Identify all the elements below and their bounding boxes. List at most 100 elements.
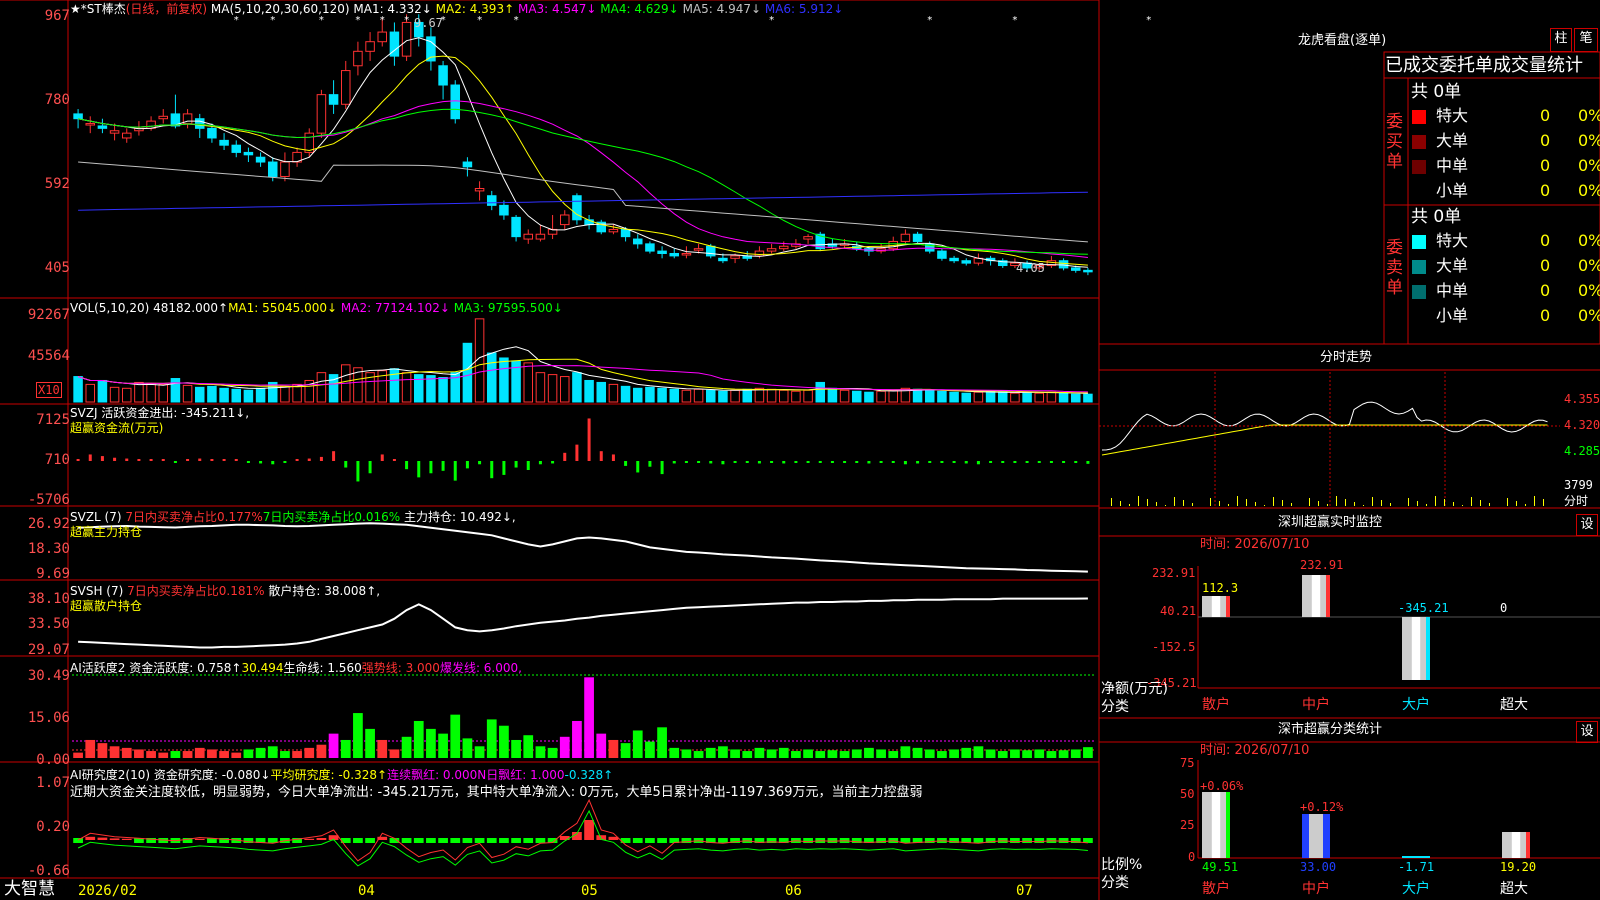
volume-bar	[401, 372, 412, 403]
flow-bar	[1062, 461, 1066, 463]
activity-bar	[864, 747, 874, 758]
brand-logo[interactable]: 大智慧	[4, 880, 55, 898]
volume-bar	[559, 376, 570, 403]
activity-bar	[1070, 749, 1081, 758]
candle-body	[949, 257, 959, 262]
research-bar	[85, 836, 96, 840]
flow-bar	[745, 461, 749, 463]
candle-body	[645, 243, 655, 252]
svzl-y-label: 18.30	[27, 541, 70, 557]
stock-name[interactable]: ★*ST棒杰	[70, 2, 126, 16]
intraday-volume-bar	[1318, 501, 1319, 506]
flow-bar	[149, 459, 153, 461]
sz-value-label: 232.91	[1300, 558, 1344, 572]
svzl-green: 7日内买卖净占比0.016%	[262, 510, 401, 524]
sz-class-settings-button[interactable]: 设	[1576, 721, 1598, 743]
flow-bar	[441, 461, 445, 471]
lhb-color-swatch	[1412, 135, 1426, 149]
sz-cat-label: 超大	[1500, 697, 1528, 713]
chart-canvas: * * * * * * * * * * * * *	[0, 0, 1600, 900]
tick-mode-button[interactable]: 笔	[1574, 28, 1598, 52]
candle-body	[1070, 267, 1081, 271]
volume-bar	[791, 390, 801, 403]
activity-bar	[1010, 749, 1020, 758]
flow-bar	[1074, 461, 1078, 463]
research-bar	[608, 836, 619, 840]
activity-bar	[511, 739, 521, 758]
activity-bar	[401, 736, 412, 758]
flow-bar	[88, 454, 92, 461]
candle-body	[121, 132, 132, 139]
flow-bar	[830, 461, 834, 463]
research-bar	[353, 838, 363, 843]
svsh-header: SVSH (7) 7日内买卖净占比0.181% 散户持仓: 38.008↑,	[70, 584, 380, 598]
activity-bar	[316, 744, 327, 758]
activity-bar	[1046, 751, 1057, 758]
intraday-volume-bar	[1435, 496, 1436, 506]
volume-bar	[766, 388, 777, 403]
intraday-volume-bar	[1480, 500, 1481, 506]
lhb-row-volume: 0	[1540, 281, 1551, 300]
x-axis-label: 07	[1016, 883, 1033, 899]
vol-value: 48182.000↑	[153, 301, 229, 315]
flow-bar	[672, 461, 676, 464]
signal-star: *	[270, 15, 276, 26]
sz-class-cat: 超大	[1500, 881, 1528, 897]
high-mark: 9.67	[414, 16, 443, 30]
flow-bar	[794, 461, 798, 463]
activity-bar	[413, 720, 424, 758]
class-bar-super	[1526, 832, 1530, 858]
activity-bar	[365, 728, 375, 758]
lhb-row-name: 中单	[1436, 281, 1469, 300]
fenshi-tag[interactable]: 分时	[1564, 494, 1588, 508]
buy-total: 共 0单	[1411, 82, 1462, 102]
flow-bar	[429, 461, 433, 474]
svsh-y-label: 29.07	[27, 642, 70, 658]
candle-body	[280, 161, 290, 177]
sz-monitor-time: 时间: 2026/07/10	[1200, 537, 1310, 552]
flow-bar	[599, 451, 603, 461]
activity-bar	[559, 736, 570, 758]
volume-bar	[280, 385, 290, 403]
volume-bar	[937, 390, 947, 403]
svzl-white: 主力持仓: 10.492↓,	[404, 510, 516, 524]
activity-bar	[851, 749, 862, 758]
intraday-volume-bar	[1336, 496, 1337, 506]
flow-bar	[1025, 461, 1029, 463]
candle-body	[353, 50, 363, 67]
signal-star: *	[769, 15, 775, 26]
sz-monitor-settings-button[interactable]: 设	[1576, 514, 1598, 536]
activity-bar	[85, 739, 96, 758]
moving-average-line	[78, 191, 1088, 211]
low-mark: 4.05	[1016, 261, 1045, 275]
flow-bar	[660, 461, 664, 475]
flow-bar	[855, 461, 859, 463]
flow-bar	[392, 459, 396, 461]
activity-bar	[474, 746, 485, 758]
vol-unit-badge[interactable]: X10	[36, 382, 62, 398]
activity-bar	[730, 749, 740, 758]
column-mode-button[interactable]: 柱	[1550, 28, 1572, 52]
sz-class-title: 深市超赢分类统计	[1278, 722, 1383, 737]
activity-bar	[876, 749, 886, 758]
x-axis-label: 04	[358, 883, 375, 899]
candle-body	[718, 257, 728, 262]
volume-bar	[681, 389, 692, 403]
sz-monitor-title: 深圳超赢实时监控	[1278, 515, 1383, 530]
lhb-title: 龙虎看盘(逐单)	[1298, 33, 1387, 48]
sz-class-y-label: 25	[1180, 818, 1195, 832]
flow-bar	[259, 461, 263, 464]
volume-bar	[438, 377, 448, 403]
intraday-volume-bar	[1174, 497, 1175, 506]
sz-class-time: 时间: 2026/07/10	[1200, 743, 1310, 758]
lhb-color-swatch	[1412, 310, 1426, 324]
lhb-row-name: 特大	[1436, 231, 1469, 250]
volume-bar	[827, 387, 838, 403]
intraday-volume-bar	[1183, 500, 1184, 506]
activity-bar	[158, 752, 169, 758]
price-y-label: 967	[44, 8, 70, 24]
volume-bar	[426, 375, 436, 403]
lhb-row-name: 大单	[1436, 131, 1469, 150]
ai1-header: AI活跃度2 资金活跃度: 0.758↑30.494生命线: 1.560强势线:…	[70, 661, 522, 675]
flow-bar	[648, 461, 652, 467]
